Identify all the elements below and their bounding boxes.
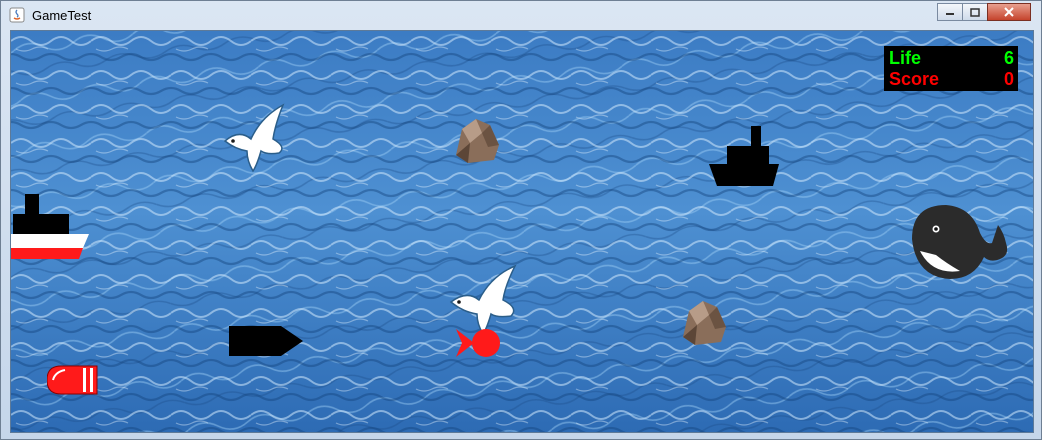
close-icon: [1004, 7, 1014, 17]
black-submarine-icon: [229, 326, 303, 356]
score-label: Score: [889, 69, 940, 89]
game-window: GameTest Life 6 Score 0: [0, 0, 1042, 440]
rock-icon: [456, 119, 499, 163]
red-white-ship-icon: [11, 194, 89, 259]
window-controls: [937, 3, 1031, 21]
score-value: 0: [1003, 69, 1014, 89]
game-canvas[interactable]: Life 6 Score 0: [10, 30, 1034, 433]
seagull-icon: [449, 264, 517, 336]
hud-panel: Life 6 Score 0: [884, 46, 1018, 91]
rock-icon: [683, 301, 726, 345]
java-app-icon: [9, 7, 25, 23]
red-fish-icon: [456, 329, 500, 357]
life-label: Life: [889, 48, 922, 68]
window-title: GameTest: [32, 8, 92, 23]
black-steamship-icon: [709, 126, 779, 186]
water-background: [11, 31, 1033, 432]
red-torpedo-icon: [47, 365, 98, 395]
title-bar[interactable]: GameTest: [1, 1, 1041, 29]
close-button[interactable]: [987, 3, 1031, 21]
minimize-icon: [946, 13, 954, 15]
life-value: 6: [1003, 48, 1014, 68]
maximize-button[interactable]: [962, 3, 988, 21]
minimize-button[interactable]: [937, 3, 963, 21]
hud-life-row: Life 6: [889, 48, 1014, 69]
hud-score-row: Score 0: [889, 69, 1014, 90]
whale-icon: [912, 205, 1008, 279]
seagull-icon: [223, 103, 285, 173]
maximize-icon: [970, 7, 980, 17]
